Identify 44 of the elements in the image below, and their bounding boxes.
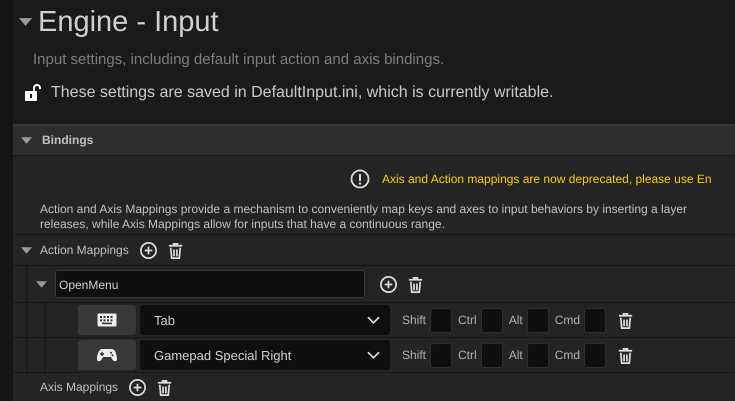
config-notice: These settings are saved in DefaultInput.ini, which is currently writable.: [51, 84, 554, 102]
collapse-arrow-icon[interactable]: [21, 246, 32, 254]
chevron-down-icon: [367, 316, 380, 324]
modifier-checkbox[interactable]: [526, 342, 549, 368]
key-dropdown[interactable]: Tab: [140, 305, 390, 335]
modifier-label: Shift: [402, 348, 426, 362]
collapse-arrow-icon[interactable]: [36, 280, 47, 288]
keyboard-icon: [97, 313, 117, 327]
modifier-checkbox[interactable]: [480, 308, 503, 332]
property-label: Axis Mappings: [40, 380, 118, 394]
category-header[interactable]: Bindings: [13, 124, 735, 156]
chevron-down-icon: [367, 351, 380, 359]
modifier-label: Shift: [402, 313, 426, 327]
modifier-checkbox[interactable]: [430, 342, 452, 368]
gamepad-icon: [97, 348, 117, 362]
modifier-label: Alt: [508, 313, 523, 327]
section-description: Input settings, including default input action and axis bindings.: [33, 51, 446, 68]
key-dropdown[interactable]: Gamepad Special Right: [140, 340, 390, 370]
property-label: Action Mappings: [40, 243, 129, 257]
gamepad-key-button[interactable]: [78, 340, 136, 370]
collapse-arrow-icon[interactable]: [21, 136, 32, 144]
modifier-label: Ctrl: [458, 313, 477, 327]
category-title: Bindings: [42, 133, 94, 148]
modifier-checkbox[interactable]: [584, 308, 606, 332]
keyboard-key-button[interactable]: [78, 305, 136, 335]
modifier-label: Cmd: [554, 348, 580, 362]
warning-icon: [350, 169, 370, 189]
action-name-field[interactable]: OpenMenu: [55, 270, 365, 298]
modifier-checkbox[interactable]: [526, 308, 549, 332]
modifier-label: Alt: [508, 348, 523, 362]
unlocked-padlock-icon: [25, 84, 41, 102]
info-text: Action and Axis Mappings provide a mechanism to conveniently map keys and axes to input behaviors by inserting a layer releases, while Axis Mappings allow for inputs that have a continuous range.: [39, 202, 688, 233]
modifier-label: Cmd: [554, 313, 580, 327]
section-title: Engine - Input: [38, 6, 219, 38]
modifier-checkbox[interactable]: [430, 308, 452, 332]
deprecation-warning: Axis and Action mappings are now deprecated, please use En: [382, 172, 712, 186]
delete-icon[interactable]: [406, 274, 425, 294]
collapse-arrow-icon[interactable]: [19, 18, 32, 26]
add-icon[interactable]: [379, 274, 398, 294]
modifier-label: Ctrl: [458, 348, 477, 362]
add-icon[interactable]: [138, 240, 158, 260]
modifier-checkbox[interactable]: [584, 342, 606, 368]
modifier-checkbox[interactable]: [480, 342, 503, 368]
add-icon[interactable]: [128, 378, 148, 396]
